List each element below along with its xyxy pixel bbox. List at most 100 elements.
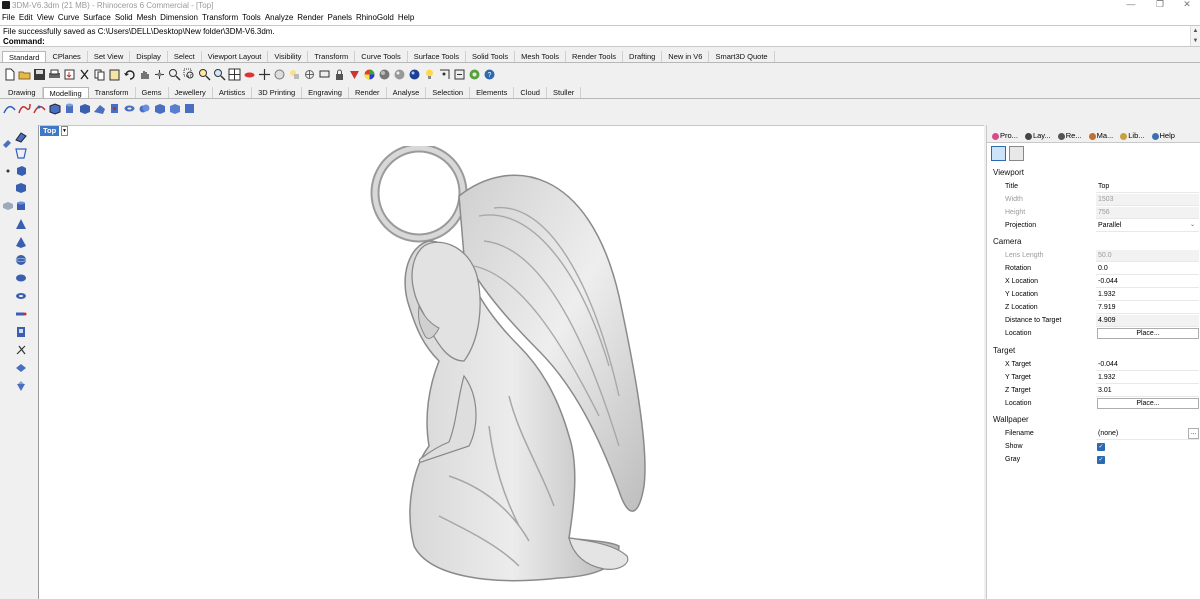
zoom-icon[interactable] (168, 68, 181, 81)
tab-engraving[interactable]: Engraving (302, 87, 349, 98)
pyramid-icon[interactable] (15, 236, 27, 248)
panel-tab-libraries[interactable]: Lib... (1118, 130, 1146, 142)
tab-analyse[interactable]: Analyse (387, 87, 427, 98)
cylinder-icon[interactable] (15, 200, 27, 212)
box-icon[interactable] (15, 165, 27, 177)
print-icon[interactable] (48, 68, 61, 81)
tab-mesh-tools[interactable]: Mesh Tools (515, 51, 566, 62)
gray-checkbox[interactable]: ✓ (1097, 456, 1105, 464)
grid-icon[interactable] (303, 68, 316, 81)
menu-dimension[interactable]: Dimension (160, 11, 201, 25)
menu-transform[interactable]: Transform (202, 11, 241, 25)
tab-stuller[interactable]: Stuller (547, 87, 582, 98)
z-target-value[interactable]: 3.01 (1096, 385, 1199, 397)
tab-render[interactable]: Render (349, 87, 387, 98)
tab-cplanes[interactable]: CPlanes (46, 51, 88, 62)
y-location-value[interactable]: 1.932 (1096, 289, 1199, 301)
light-bulb-icon[interactable] (423, 68, 436, 81)
title-value[interactable]: Top (1096, 181, 1199, 193)
paste-icon[interactable] (108, 68, 121, 81)
y-target-value[interactable]: 1.932 (1096, 372, 1199, 384)
panel-tab-rendering[interactable]: Re... (1056, 130, 1084, 142)
menu-analyze[interactable]: Analyze (265, 11, 296, 25)
object-properties-icon[interactable] (273, 68, 286, 81)
tab-set-view[interactable]: Set View (88, 51, 131, 62)
z-location-value[interactable]: 7.919 (1096, 302, 1199, 314)
chevron-down-icon[interactable]: ⌄ (1190, 221, 1195, 228)
curve-red-icon[interactable] (18, 102, 31, 115)
sphere-icon[interactable] (15, 254, 27, 266)
render-sphere-icon[interactable] (393, 68, 406, 81)
tab-drafting[interactable]: Drafting (623, 51, 663, 62)
tab-surface-tools[interactable]: Surface Tools (408, 51, 467, 62)
maximize-button[interactable]: ❐ (1145, 0, 1175, 10)
viewport-title-tab[interactable]: Top (40, 126, 60, 136)
torus-icon[interactable] (15, 290, 27, 302)
tab-display[interactable]: Display (130, 51, 168, 62)
curve-tool-icon[interactable] (3, 102, 16, 115)
panel-tab-help[interactable]: Help (1150, 130, 1177, 142)
tab-visibility[interactable]: Visibility (268, 51, 309, 62)
wedge-solid-icon[interactable] (93, 102, 106, 115)
tab-modelling[interactable]: Modelling (42, 87, 89, 98)
tab-drawing[interactable]: Drawing (2, 87, 43, 98)
show-checkbox[interactable]: ✓ (1097, 443, 1105, 451)
ellipsoid-icon[interactable] (15, 272, 27, 284)
box-solid-icon[interactable] (48, 102, 61, 115)
solid-edit-icon[interactable] (15, 344, 27, 356)
cap-icon[interactable] (183, 102, 196, 115)
torus-solid-icon[interactable] (123, 102, 136, 115)
menu-edit[interactable]: Edit (19, 11, 36, 25)
import-icon[interactable] (63, 68, 76, 81)
curve-edit-icon[interactable] (33, 102, 46, 115)
menu-view[interactable]: View (37, 11, 57, 25)
rotate-view-icon[interactable] (153, 68, 166, 81)
copy-icon[interactable] (93, 68, 106, 81)
flatten-icon[interactable] (2, 200, 14, 212)
dimension-icon[interactable] (438, 68, 451, 81)
surface-from-points-icon[interactable] (15, 131, 27, 143)
camera-place-button[interactable]: Place... (1097, 328, 1199, 339)
pipe-icon[interactable] (15, 308, 27, 320)
menu-tools[interactable]: Tools (242, 11, 264, 25)
rotation-value[interactable]: 0.0 (1096, 263, 1199, 275)
plane-surface-icon[interactable] (15, 147, 27, 159)
environment-sphere-icon[interactable] (408, 68, 421, 81)
tab-jewellery[interactable]: Jewellery (169, 87, 213, 98)
new-file-icon[interactable] (3, 68, 16, 81)
color-wheel-icon[interactable] (363, 68, 376, 81)
close-button[interactable]: ✕ (1172, 0, 1200, 10)
fillet-icon[interactable] (168, 102, 181, 115)
tab-smart3d-quote[interactable]: Smart3D Quote (709, 51, 775, 62)
command-scroll[interactable]: ▲ ▼ (1190, 26, 1200, 46)
tab-transform[interactable]: Transform (308, 51, 356, 62)
menu-rhinogold[interactable]: RhinoGold (356, 11, 397, 25)
tab-artistics[interactable]: Artistics (213, 87, 253, 98)
extrude-curve-icon[interactable] (15, 326, 27, 338)
menu-solid[interactable]: Solid (115, 11, 136, 25)
shaded-sphere-icon[interactable] (378, 68, 391, 81)
browse-button[interactable]: ... (1188, 428, 1199, 439)
viewport-properties-button[interactable] (991, 146, 1006, 161)
filename-value[interactable]: (none) (1096, 428, 1199, 440)
panel-tab-layers[interactable]: Lay... (1023, 130, 1053, 142)
top-viewport[interactable]: Top ▼ (38, 125, 984, 599)
target-place-button[interactable]: Place... (1097, 398, 1199, 409)
maximize-viewport-icon[interactable] (228, 68, 241, 81)
tab-curve-tools[interactable]: Curve Tools (355, 51, 408, 62)
menu-surface[interactable]: Surface (83, 11, 114, 25)
move-icon[interactable] (258, 68, 271, 81)
minimize-button[interactable]: — (1116, 0, 1146, 10)
tab-solid-tools[interactable]: Solid Tools (466, 51, 516, 62)
cube-solid-icon[interactable] (78, 102, 91, 115)
material-icon[interactable] (348, 68, 361, 81)
extrude-icon[interactable] (108, 102, 121, 115)
tab-render-tools[interactable]: Render Tools (566, 51, 624, 62)
menu-file[interactable]: File (2, 11, 18, 25)
menu-help[interactable]: Help (398, 11, 417, 25)
boolean-union-icon[interactable] (138, 102, 151, 115)
select-icon[interactable] (243, 68, 256, 81)
boolean-icon[interactable] (15, 362, 27, 374)
globe-icon[interactable] (468, 68, 481, 81)
distance-to-target-value[interactable]: 4.909 (1096, 315, 1199, 327)
